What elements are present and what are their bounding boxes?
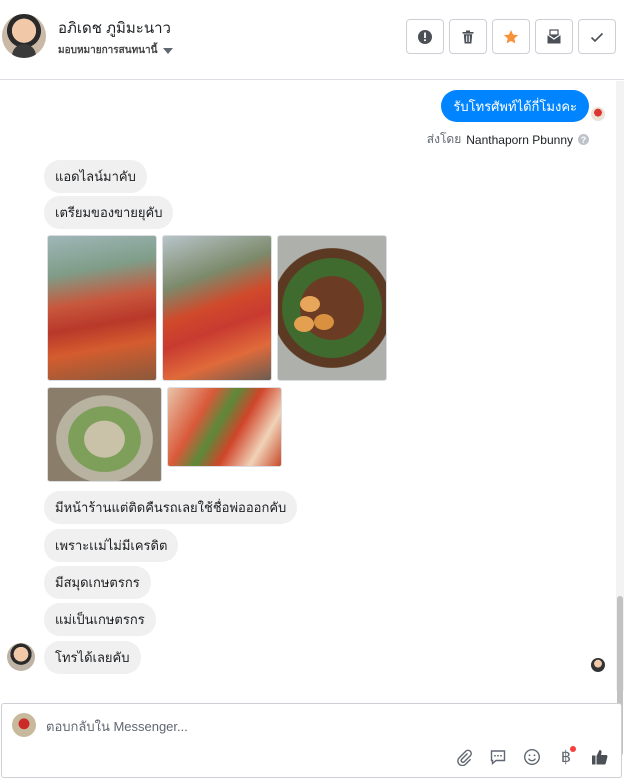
incoming-message[interactable]: มีสมุดเกษตรกร [44,566,151,599]
like-icon [592,750,608,765]
sent-by-prefix: ส่งโดย [426,132,462,146]
delete-button[interactable] [449,19,487,54]
report-spam-button[interactable] [406,19,444,54]
reply-composer: ฿ [1,703,622,778]
sent-by-line: ส่งโดย Nanthaporn Pbunny ? [427,130,589,149]
photo-tom-yum[interactable] [167,387,282,467]
sender-avatar[interactable] [7,643,35,671]
star-icon [503,29,519,43]
seen-by-avatar [591,658,605,672]
outgoing-message[interactable]: รับโทรศัพท์ได้กี่โมงคะ [441,90,589,122]
composer-actions: ฿ [453,746,611,768]
photo-market-stall-1[interactable] [47,235,157,381]
contact-avatar[interactable] [2,14,46,58]
assign-conversation-dropdown[interactable]: มอบหมายการสนทนานี้ [58,43,174,58]
contact-name[interactable]: อภิเดช ภูมิมะนาว [58,16,171,40]
incoming-message[interactable]: แม่เป็นเกษตรกร [44,603,156,636]
attachment-icon [457,749,472,766]
incoming-message[interactable]: แอดไลน์มาคับ [44,160,147,193]
trash-icon [462,30,474,43]
emoji-button[interactable] [521,746,543,768]
mark-done-button[interactable] [578,19,616,54]
incoming-message[interactable]: โทรได้เลยคับ [44,641,141,674]
incoming-message[interactable]: มีหน้าร้านแต่ติดคืนรถเลยใช้ชื่อพ่อออกคับ [44,491,298,524]
attachment-button[interactable] [453,746,475,768]
saved-replies-icon [490,750,506,766]
payment-button[interactable]: ฿ [555,746,577,768]
incoming-message[interactable]: เตรียมของขายยุคับ [44,196,174,229]
like-button[interactable] [589,746,611,768]
help-icon[interactable]: ? [578,134,589,145]
incoming-message[interactable]: เพราะเเม่ไม่มีเครดิต [44,529,179,562]
photo-fish-soup[interactable] [47,387,162,482]
reply-input[interactable] [46,716,566,736]
toolbar [406,19,616,54]
photo-market-stall-2[interactable] [162,235,272,381]
thread-scrollbar[interactable] [616,81,624,756]
saved-replies-button[interactable] [487,746,509,768]
star-button[interactable] [492,19,530,54]
assign-label: มอบหมายการสนทนานี้ [58,45,158,56]
photo-braised-pork-eggs[interactable] [277,235,387,381]
page-avatar [12,713,36,737]
sent-by-name: Nanthaporn Pbunny [466,132,573,147]
check-icon [590,32,604,42]
alert-icon [418,29,432,44]
mark-unread-icon [547,28,561,43]
seen-by-avatar [591,107,605,121]
emoji-icon [523,748,541,766]
mark-unread-button[interactable] [535,19,573,54]
notification-dot [570,746,576,752]
conversation-header: อภิเดช ภูมิมะนาว มอบหมายการสนทนานี้ [0,0,624,80]
caret-down-icon [163,47,174,54]
